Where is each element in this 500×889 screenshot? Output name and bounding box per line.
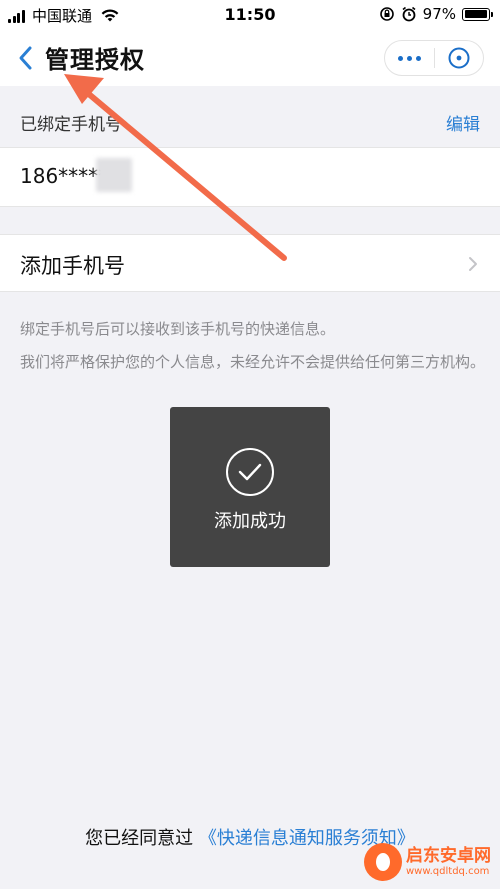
- alarm-icon: [402, 6, 416, 22]
- bound-phone-header: 已绑定手机号 编辑: [0, 98, 500, 146]
- site-watermark: 启东安卓网 www.qdltdq.com: [364, 839, 494, 885]
- watermark-url: www.qdltdq.com: [406, 866, 490, 877]
- close-mini-program-button[interactable]: [435, 41, 484, 75]
- bound-phone-number: 186*****: [20, 164, 109, 188]
- bound-phone-label: 已绑定手机号: [20, 115, 122, 135]
- rotation-lock-icon: [379, 7, 394, 21]
- close-circle-icon: [448, 47, 470, 69]
- watermark-name: 启东安卓网: [406, 846, 491, 866]
- battery-percent: 97%: [422, 5, 456, 23]
- status-bar: 中国联通 11:50 97%: [0, 0, 500, 30]
- status-right: 97%: [379, 5, 493, 23]
- watermark-logo-icon: [364, 843, 402, 881]
- page-title: 管理授权: [45, 46, 145, 74]
- info-notes: 绑定手机号后可以接收到该手机号的快递信息。 我们将严格保护您的个人信息，未经允许…: [20, 318, 490, 384]
- mini-program-capsule: [384, 40, 484, 76]
- bound-phone-row[interactable]: 186*****: [0, 147, 500, 207]
- note-line: 绑定手机号后可以接收到该手机号的快递信息。: [20, 320, 336, 338]
- battery-icon: [462, 7, 493, 21]
- chevron-right-icon: [469, 257, 477, 271]
- redaction-blur: [96, 158, 132, 192]
- check-circle-icon: [226, 448, 274, 496]
- add-phone-label: 添加手机号: [20, 254, 125, 278]
- back-chevron-icon[interactable]: [16, 44, 36, 72]
- success-toast: 添加成功: [170, 407, 330, 567]
- edit-button[interactable]: 编辑: [446, 110, 480, 135]
- more-dots-icon: [397, 55, 403, 61]
- toast-message: 添加成功: [214, 511, 286, 532]
- add-phone-row[interactable]: 添加手机号: [0, 234, 500, 292]
- note-line: 我们将严格保护您的个人信息，未经允许不会提供给任何第三方机构。: [20, 353, 486, 371]
- more-button[interactable]: [385, 41, 434, 75]
- nav-bar: 管理授权: [0, 30, 500, 86]
- watermark-text: 启东安卓网 www.qdltdq.com: [406, 846, 491, 878]
- agreement-prefix: 您已经同意过: [85, 828, 194, 849]
- battery-fill: [464, 10, 487, 18]
